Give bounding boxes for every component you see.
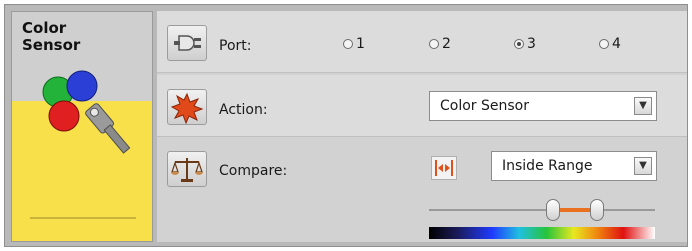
action-dropdown[interactable]: Color Sensor ▼ — [429, 91, 657, 121]
compare-dropdown-value: Inside Range — [502, 158, 593, 174]
port-option-4[interactable]: 4 — [599, 36, 621, 52]
settings-panel: Port: 1 2 3 4 Action: Color Sensor ▼ Com… — [157, 11, 687, 242]
range-slider-low-thumb[interactable] — [546, 199, 560, 221]
port-option-1[interactable]: 1 — [343, 36, 365, 52]
compare-dropdown[interactable]: Inside Range ▼ — [491, 151, 657, 181]
port-option-2-label: 2 — [442, 36, 451, 52]
chevron-down-icon[interactable]: ▼ — [634, 157, 652, 175]
color-spectrum-bar — [429, 227, 655, 239]
inside-range-icon[interactable] — [431, 156, 457, 180]
radio-dot[interactable] — [429, 39, 439, 49]
action-row: Action: Color Sensor ▼ — [157, 75, 687, 137]
radio-dot[interactable] — [599, 39, 609, 49]
port-row: Port: 1 2 3 4 — [157, 11, 687, 73]
compare-row: Compare: Inside Range ▼ — [157, 139, 687, 242]
plug-icon — [167, 25, 207, 61]
action-label: Action: — [219, 102, 268, 118]
range-slider-high-thumb[interactable] — [590, 199, 604, 221]
port-option-4-label: 4 — [612, 36, 621, 52]
color-sensor-icon — [42, 70, 131, 154]
port-option-3-label: 3 — [527, 36, 536, 52]
action-dropdown-value: Color Sensor — [440, 98, 529, 114]
port-option-1-label: 1 — [356, 36, 365, 52]
radio-dot-selected[interactable] — [514, 39, 524, 49]
block-title: Color Sensor — [22, 20, 142, 54]
port-option-2[interactable]: 2 — [429, 36, 451, 52]
block-frame: Color Sensor Port: 1 2 3 4 Action: Color… — [4, 4, 688, 247]
range-slider-track[interactable] — [429, 209, 655, 211]
star-burst-icon — [167, 89, 207, 125]
block-divider — [30, 217, 136, 219]
chevron-down-icon[interactable]: ▼ — [634, 97, 652, 115]
port-label: Port: — [219, 38, 252, 54]
compare-label: Compare: — [219, 163, 288, 179]
balance-scale-icon — [167, 151, 207, 187]
color-sensor-block[interactable]: Color Sensor — [11, 11, 153, 242]
port-option-3[interactable]: 3 — [514, 36, 536, 52]
block-title-line2: Sensor — [22, 36, 81, 54]
radio-dot[interactable] — [343, 39, 353, 49]
block-title-line1: Color — [22, 19, 67, 37]
